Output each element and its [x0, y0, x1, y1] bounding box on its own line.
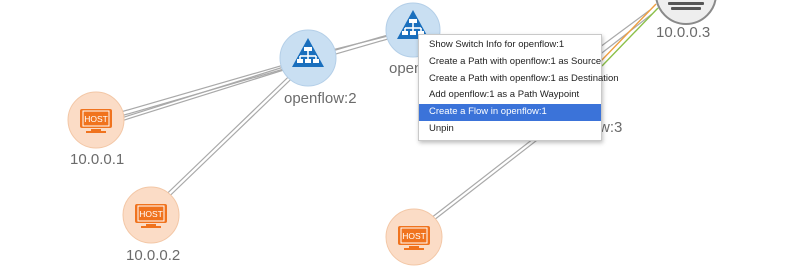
menu-item-unpin[interactable]: Unpin: [419, 121, 601, 138]
host-badge: HOST: [139, 209, 163, 219]
link-switch3-host3-orange: [599, 3, 657, 63]
menu-item-create-flow[interactable]: Create a Flow in openflow:1: [419, 104, 601, 121]
menu-item-add-waypoint[interactable]: Add openflow:1 as a Path Waypoint: [419, 87, 601, 104]
switch-node-openflow-2[interactable]: [279, 29, 337, 87]
host-node-bottom[interactable]: HOST: [385, 208, 443, 266]
host-badge: HOST: [84, 114, 108, 124]
node-label-openflow-3: w:3: [599, 119, 623, 136]
link-host1-switch2: [101, 59, 307, 125]
host-badge: HOST: [402, 231, 426, 241]
menu-item-path-source[interactable]: Create a Path with openflow:1 as Source: [419, 54, 601, 71]
node-label-10-0-0-1: 10.0.0.1: [70, 151, 125, 168]
node-label-10-0-0-3: 10.0.0.3: [656, 24, 711, 41]
host-node-10-0-0-1[interactable]: HOST: [67, 91, 125, 149]
host-node-10-0-0-2[interactable]: HOST: [122, 186, 180, 244]
node-label-openflow-2: openflow:2: [284, 90, 357, 107]
link-switch3-host3-green: [601, 7, 659, 67]
node-label-10-0-0-2: 10.0.0.2: [126, 247, 181, 264]
menu-item-show-switch-info[interactable]: Show Switch Info for openflow:1: [419, 37, 601, 54]
menu-item-path-destination[interactable]: Create a Path with openflow:1 as Destina…: [419, 71, 619, 88]
host-node-10-0-0-3[interactable]: [655, 0, 717, 25]
context-menu: Show Switch Info for openflow:1 Create a…: [418, 34, 619, 141]
link-switch3-host3-b: [597, 13, 653, 57]
